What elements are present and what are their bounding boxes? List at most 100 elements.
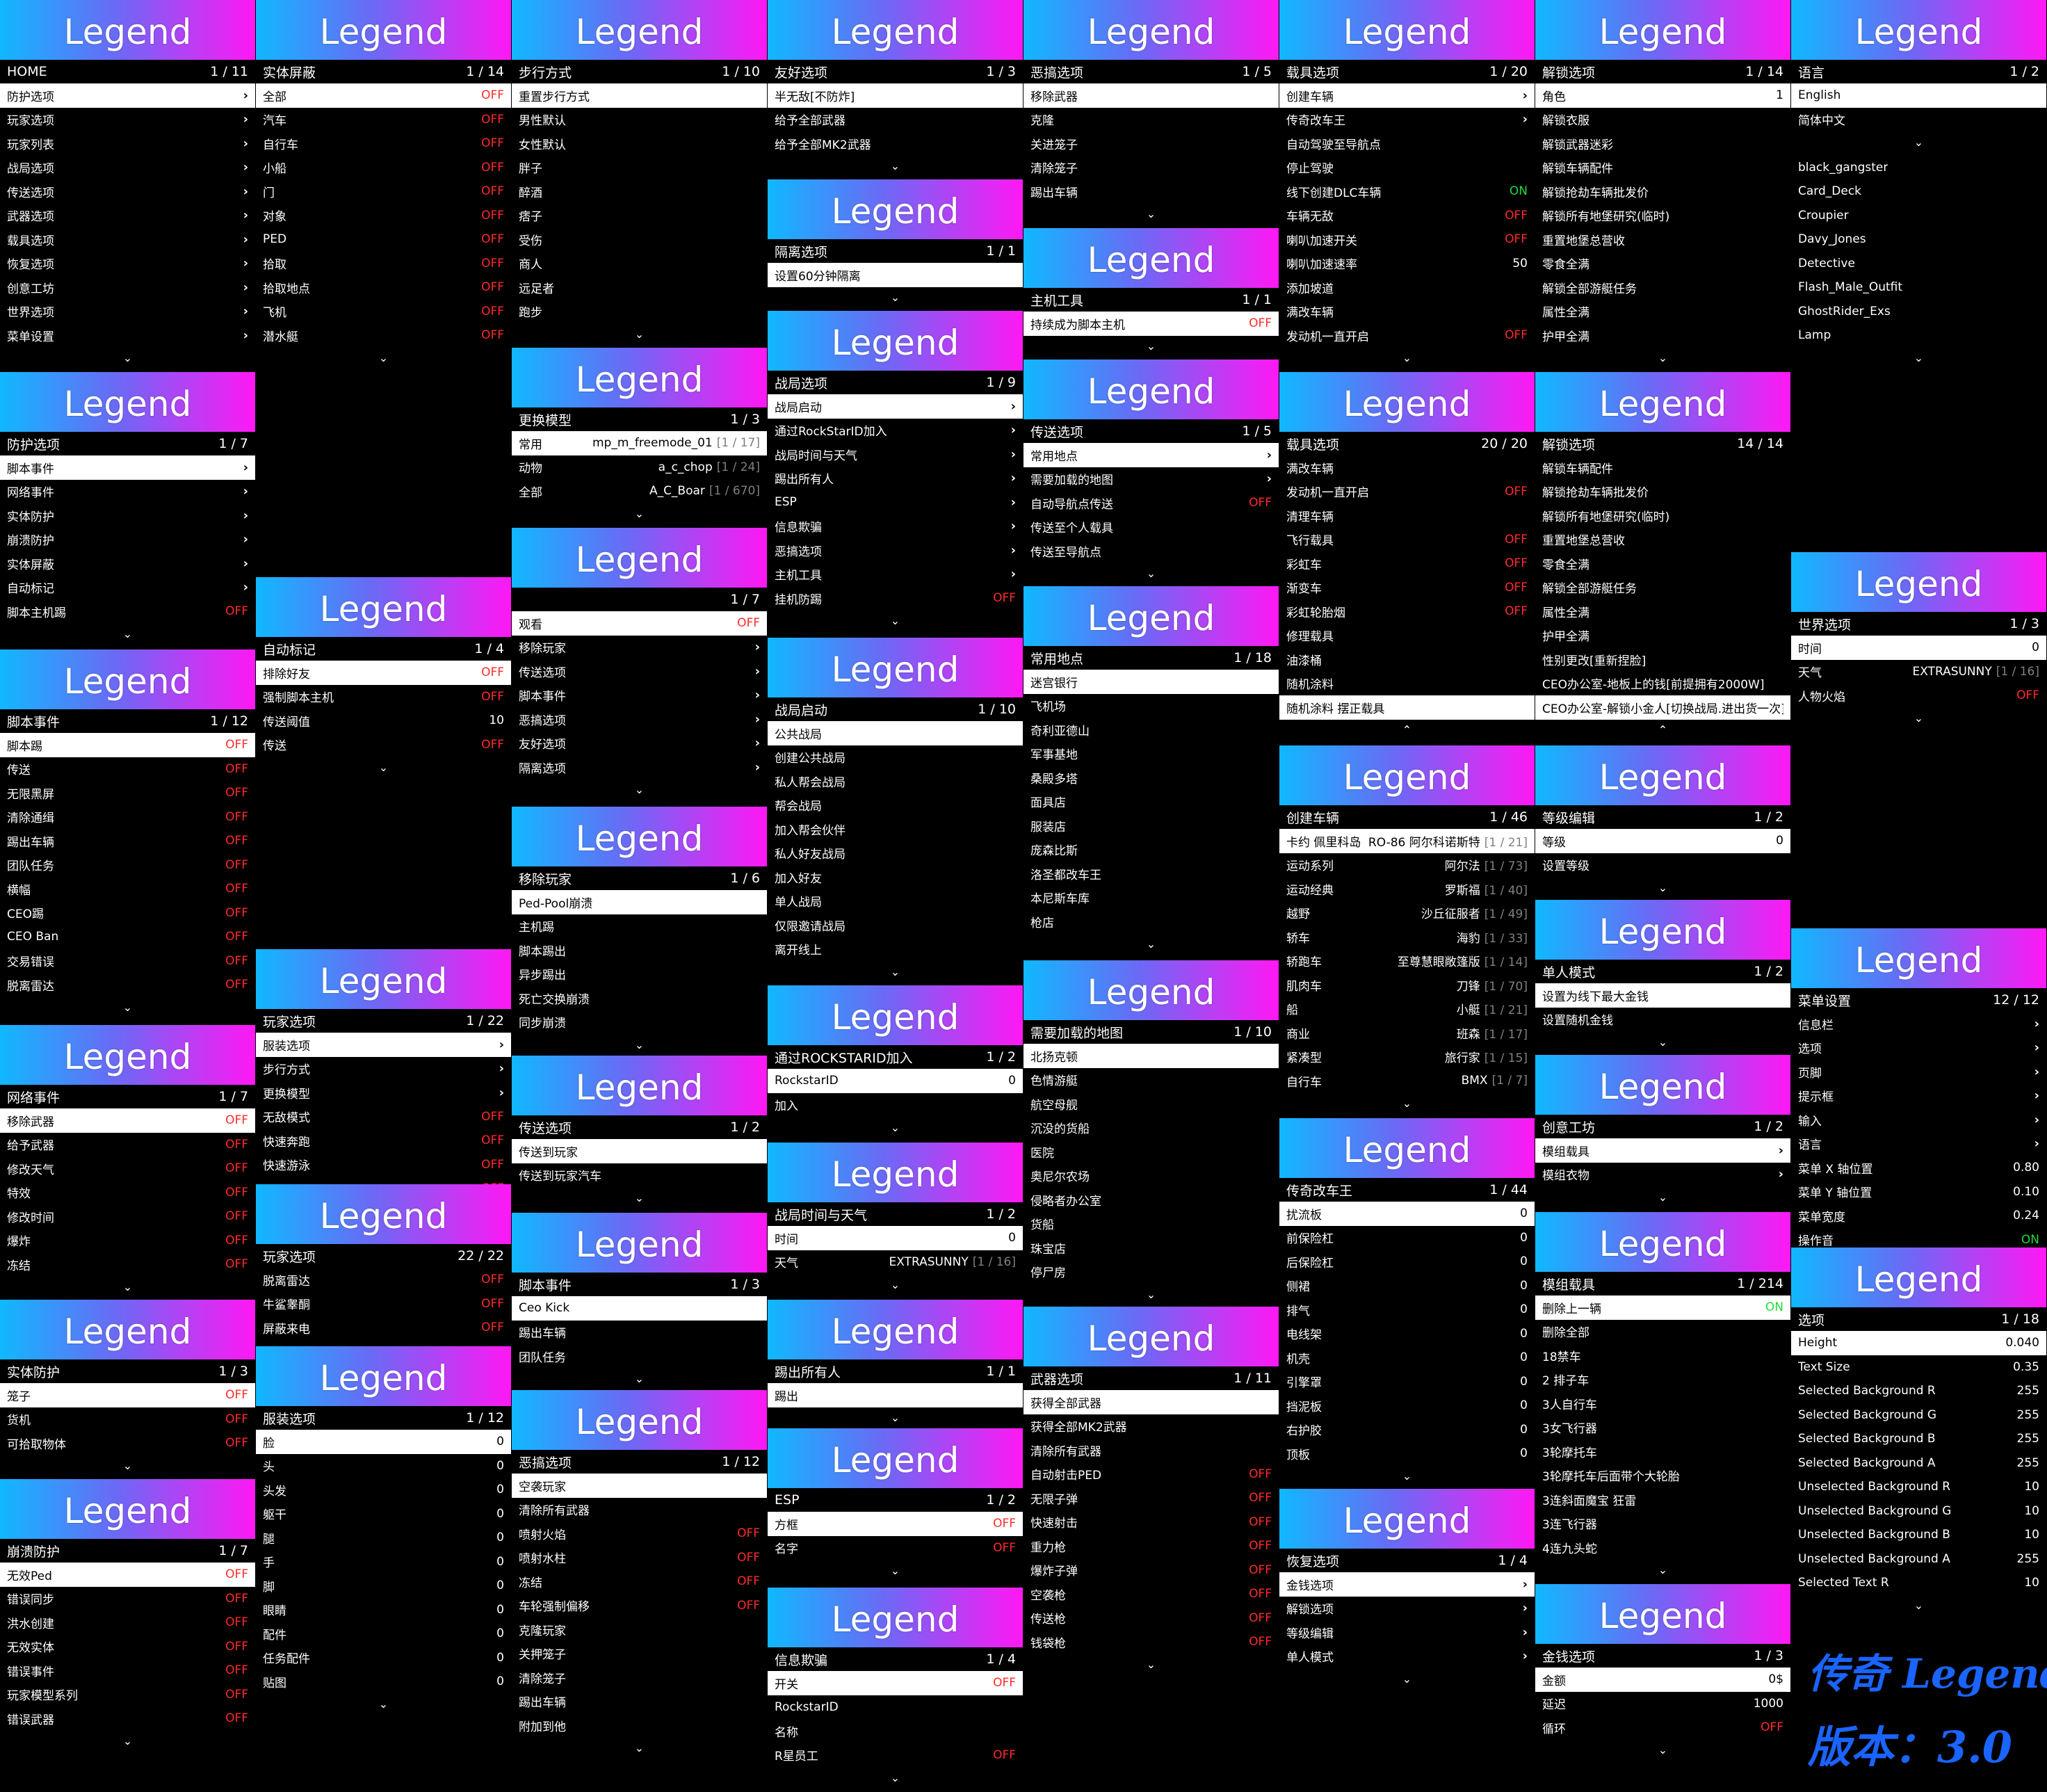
menu-option[interactable]: 贴图 0 [256, 1670, 511, 1694]
menu-option[interactable]: 洛圣都改车王 [1024, 862, 1279, 886]
menu-option[interactable]: 后保险杠 0 [1279, 1250, 1535, 1274]
menu-option[interactable]: 快速游泳 OFF [256, 1153, 511, 1177]
menu-option[interactable]: 踢出所有人 › [768, 467, 1023, 491]
menu-option[interactable]: 设置等级 [1535, 853, 1790, 878]
menu-option[interactable]: 右护胶 0 [1279, 1418, 1535, 1442]
menu-option[interactable]: 名字 OFF [768, 1536, 1023, 1560]
menu-option[interactable]: 创意工坊 › [0, 275, 255, 300]
menu-option[interactable]: 解锁武器迷彩 [1535, 131, 1790, 156]
menu-option[interactable]: 渐变车 OFF [1279, 576, 1535, 600]
menu-option[interactable]: 踢出车辆 [1024, 179, 1279, 204]
menu-option[interactable]: 简体中文 [1791, 108, 2046, 132]
menu-option[interactable]: 发动机一直开启 OFF [1279, 323, 1535, 348]
menu-option[interactable]: 珠宝店 [1024, 1236, 1279, 1260]
menu-option-selected[interactable]: 等级 0 [1535, 829, 1790, 853]
menu-option[interactable]: 线下创建DLC车辆 ON [1279, 179, 1535, 204]
menu-option[interactable]: 循环 OFF [1535, 1716, 1790, 1740]
menu-option[interactable]: Flash_Male_Outfit [1791, 275, 2046, 300]
menu-option[interactable]: 排气 0 [1279, 1298, 1535, 1322]
menu-option[interactable]: 步行方式 › [256, 1057, 511, 1081]
menu-option[interactable]: 远足者 [512, 275, 767, 300]
menu-option[interactable]: 爆炸 OFF [0, 1229, 255, 1253]
menu-option-selected[interactable]: 创建车辆 › [1279, 83, 1535, 108]
menu-option[interactable]: 本尼斯车库 [1024, 886, 1279, 910]
menu-option[interactable]: 信息栏 › [1791, 1012, 2046, 1036]
menu-option[interactable]: 汽车 OFF [256, 108, 511, 132]
menu-option[interactable]: 停止驾驶 [1279, 156, 1535, 180]
menu-option[interactable]: 桑殿多塔 [1024, 766, 1279, 790]
menu-option[interactable]: Croupier [1791, 204, 2046, 228]
menu-option-selected[interactable]: 时间 0 [1791, 636, 2046, 660]
menu-option[interactable]: 机壳 0 [1279, 1346, 1535, 1370]
menu-option[interactable]: 交易错误 OFF [0, 949, 255, 974]
menu-option[interactable]: 给予全部武器 [768, 108, 1023, 132]
menu-option[interactable]: 强制脚本主机 OFF [256, 685, 511, 709]
menu-option[interactable]: 创建公共战局 [768, 745, 1023, 770]
menu-option[interactable]: Unselected Background R 10 [1791, 1475, 2046, 1499]
menu-option[interactable]: 牛鲨睾酮 OFF [256, 1292, 511, 1316]
menu-option-selected[interactable]: 移除武器 [1024, 83, 1279, 108]
menu-option-selected[interactable]: 设置60分钟隔离 [768, 263, 1023, 287]
menu-option[interactable]: 满改车辆 [1279, 455, 1535, 480]
menu-option[interactable]: 喇叭加速开关 OFF [1279, 227, 1535, 252]
menu-option[interactable]: Card_Deck [1791, 179, 2046, 204]
menu-option[interactable]: 天气 EXTRASUNNY [1 / 16] [768, 1250, 1023, 1275]
menu-option[interactable]: 商人 [512, 252, 767, 276]
menu-option[interactable]: 死亡交换崩溃 [512, 986, 767, 1010]
menu-option-selected[interactable]: RockstarID 0 [768, 1069, 1023, 1093]
menu-option[interactable]: 隔离选项 › [512, 755, 767, 780]
menu-option-selected[interactable]: 脚本事件 › [0, 455, 255, 480]
menu-option-selected[interactable]: 半无敌[不防炸] [768, 83, 1023, 108]
menu-option[interactable]: 运动经典 罗斯福 [1 / 40] [1279, 877, 1535, 901]
menu-option[interactable]: 错误武器 OFF [0, 1706, 255, 1731]
menu-option[interactable]: 3连飞行器 [1535, 1512, 1790, 1536]
menu-option-selected[interactable]: 金额 0$ [1535, 1668, 1790, 1692]
menu-option[interactable]: 世界选项 › [0, 300, 255, 324]
menu-option-selected[interactable]: 公共战局 [768, 721, 1023, 745]
menu-option[interactable]: 洪水创建 OFF [0, 1611, 255, 1635]
menu-option[interactable]: 手0 [256, 1550, 511, 1574]
menu-option[interactable]: 给予全部MK2武器 [768, 131, 1023, 156]
menu-option[interactable]: 男性默认 [512, 108, 767, 132]
menu-option[interactable]: 轿车 海豹 [1 / 33] [1279, 925, 1535, 949]
menu-option[interactable]: 解锁衣服 [1535, 108, 1790, 132]
menu-option[interactable]: 克隆 [1024, 108, 1279, 132]
menu-option[interactable]: 清除笼子 [512, 1665, 767, 1690]
menu-option[interactable]: CEO办公室-地板上的钱[前提拥有2000W] [1535, 672, 1790, 696]
menu-option-selected[interactable]: 常用地点 › [1024, 443, 1279, 467]
menu-option[interactable]: 爆炸子弹 OFF [1024, 1558, 1279, 1583]
menu-option[interactable]: 任务配件 0 [256, 1646, 511, 1670]
menu-option[interactable]: 延迟 1000 [1535, 1692, 1790, 1716]
menu-option[interactable]: 全部 A_C_Boar [1 / 670] [512, 479, 767, 503]
menu-option[interactable]: 克隆玩家 [512, 1617, 767, 1642]
menu-option[interactable]: 修改时间 OFF [0, 1204, 255, 1229]
menu-option[interactable]: 重置地堡总营收 [1535, 227, 1790, 252]
menu-option[interactable]: 主机踢 [512, 914, 767, 939]
menu-option[interactable]: 飞机 OFF [256, 300, 511, 324]
menu-option-selected[interactable]: 重置步行方式 [512, 83, 767, 108]
menu-option-selected[interactable]: 北扬克顿 [1024, 1044, 1279, 1068]
menu-option[interactable]: 脱离雷达 OFF [256, 1268, 511, 1292]
menu-option[interactable]: 解锁全部游艇任务 [1535, 275, 1790, 300]
menu-option-selected[interactable]: 防护选项 › [0, 83, 255, 108]
menu-option[interactable]: 模组衣物 › [1535, 1163, 1790, 1187]
menu-option[interactable]: 医院 [1024, 1140, 1279, 1164]
menu-option-selected[interactable]: 笼子 OFF [0, 1383, 255, 1407]
menu-option[interactable]: 人物火焰 OFF [1791, 684, 2046, 708]
menu-option[interactable]: 对象 OFF [256, 204, 511, 228]
menu-option[interactable]: 胖子 [512, 156, 767, 180]
menu-option-selected[interactable]: 卡约 佩里科岛 RO-86 阿尔科诺斯特 [1 / 21] [1279, 829, 1535, 853]
menu-option[interactable]: 异步踢出 [512, 962, 767, 987]
menu-option[interactable]: 货机 OFF [0, 1407, 255, 1432]
menu-option[interactable]: 解锁车辆配件 [1535, 156, 1790, 180]
menu-option[interactable]: 自动标记 › [0, 576, 255, 600]
menu-option[interactable]: 清理车辆 [1279, 503, 1535, 528]
menu-option[interactable]: 实体防护 › [0, 503, 255, 528]
menu-option[interactable]: 轿跑车 至尊慧眼敞篷版 [1 / 14] [1279, 949, 1535, 974]
menu-option-selected[interactable]: 方框 OFF [768, 1512, 1023, 1536]
menu-option[interactable]: 恶搞选项 › [512, 707, 767, 732]
menu-option[interactable]: 无限黑屏 OFF [0, 781, 255, 805]
menu-option[interactable]: PED OFF [256, 227, 511, 252]
menu-option[interactable]: 头0 [256, 1454, 511, 1478]
menu-option[interactable]: 恢复选项 › [0, 252, 255, 276]
